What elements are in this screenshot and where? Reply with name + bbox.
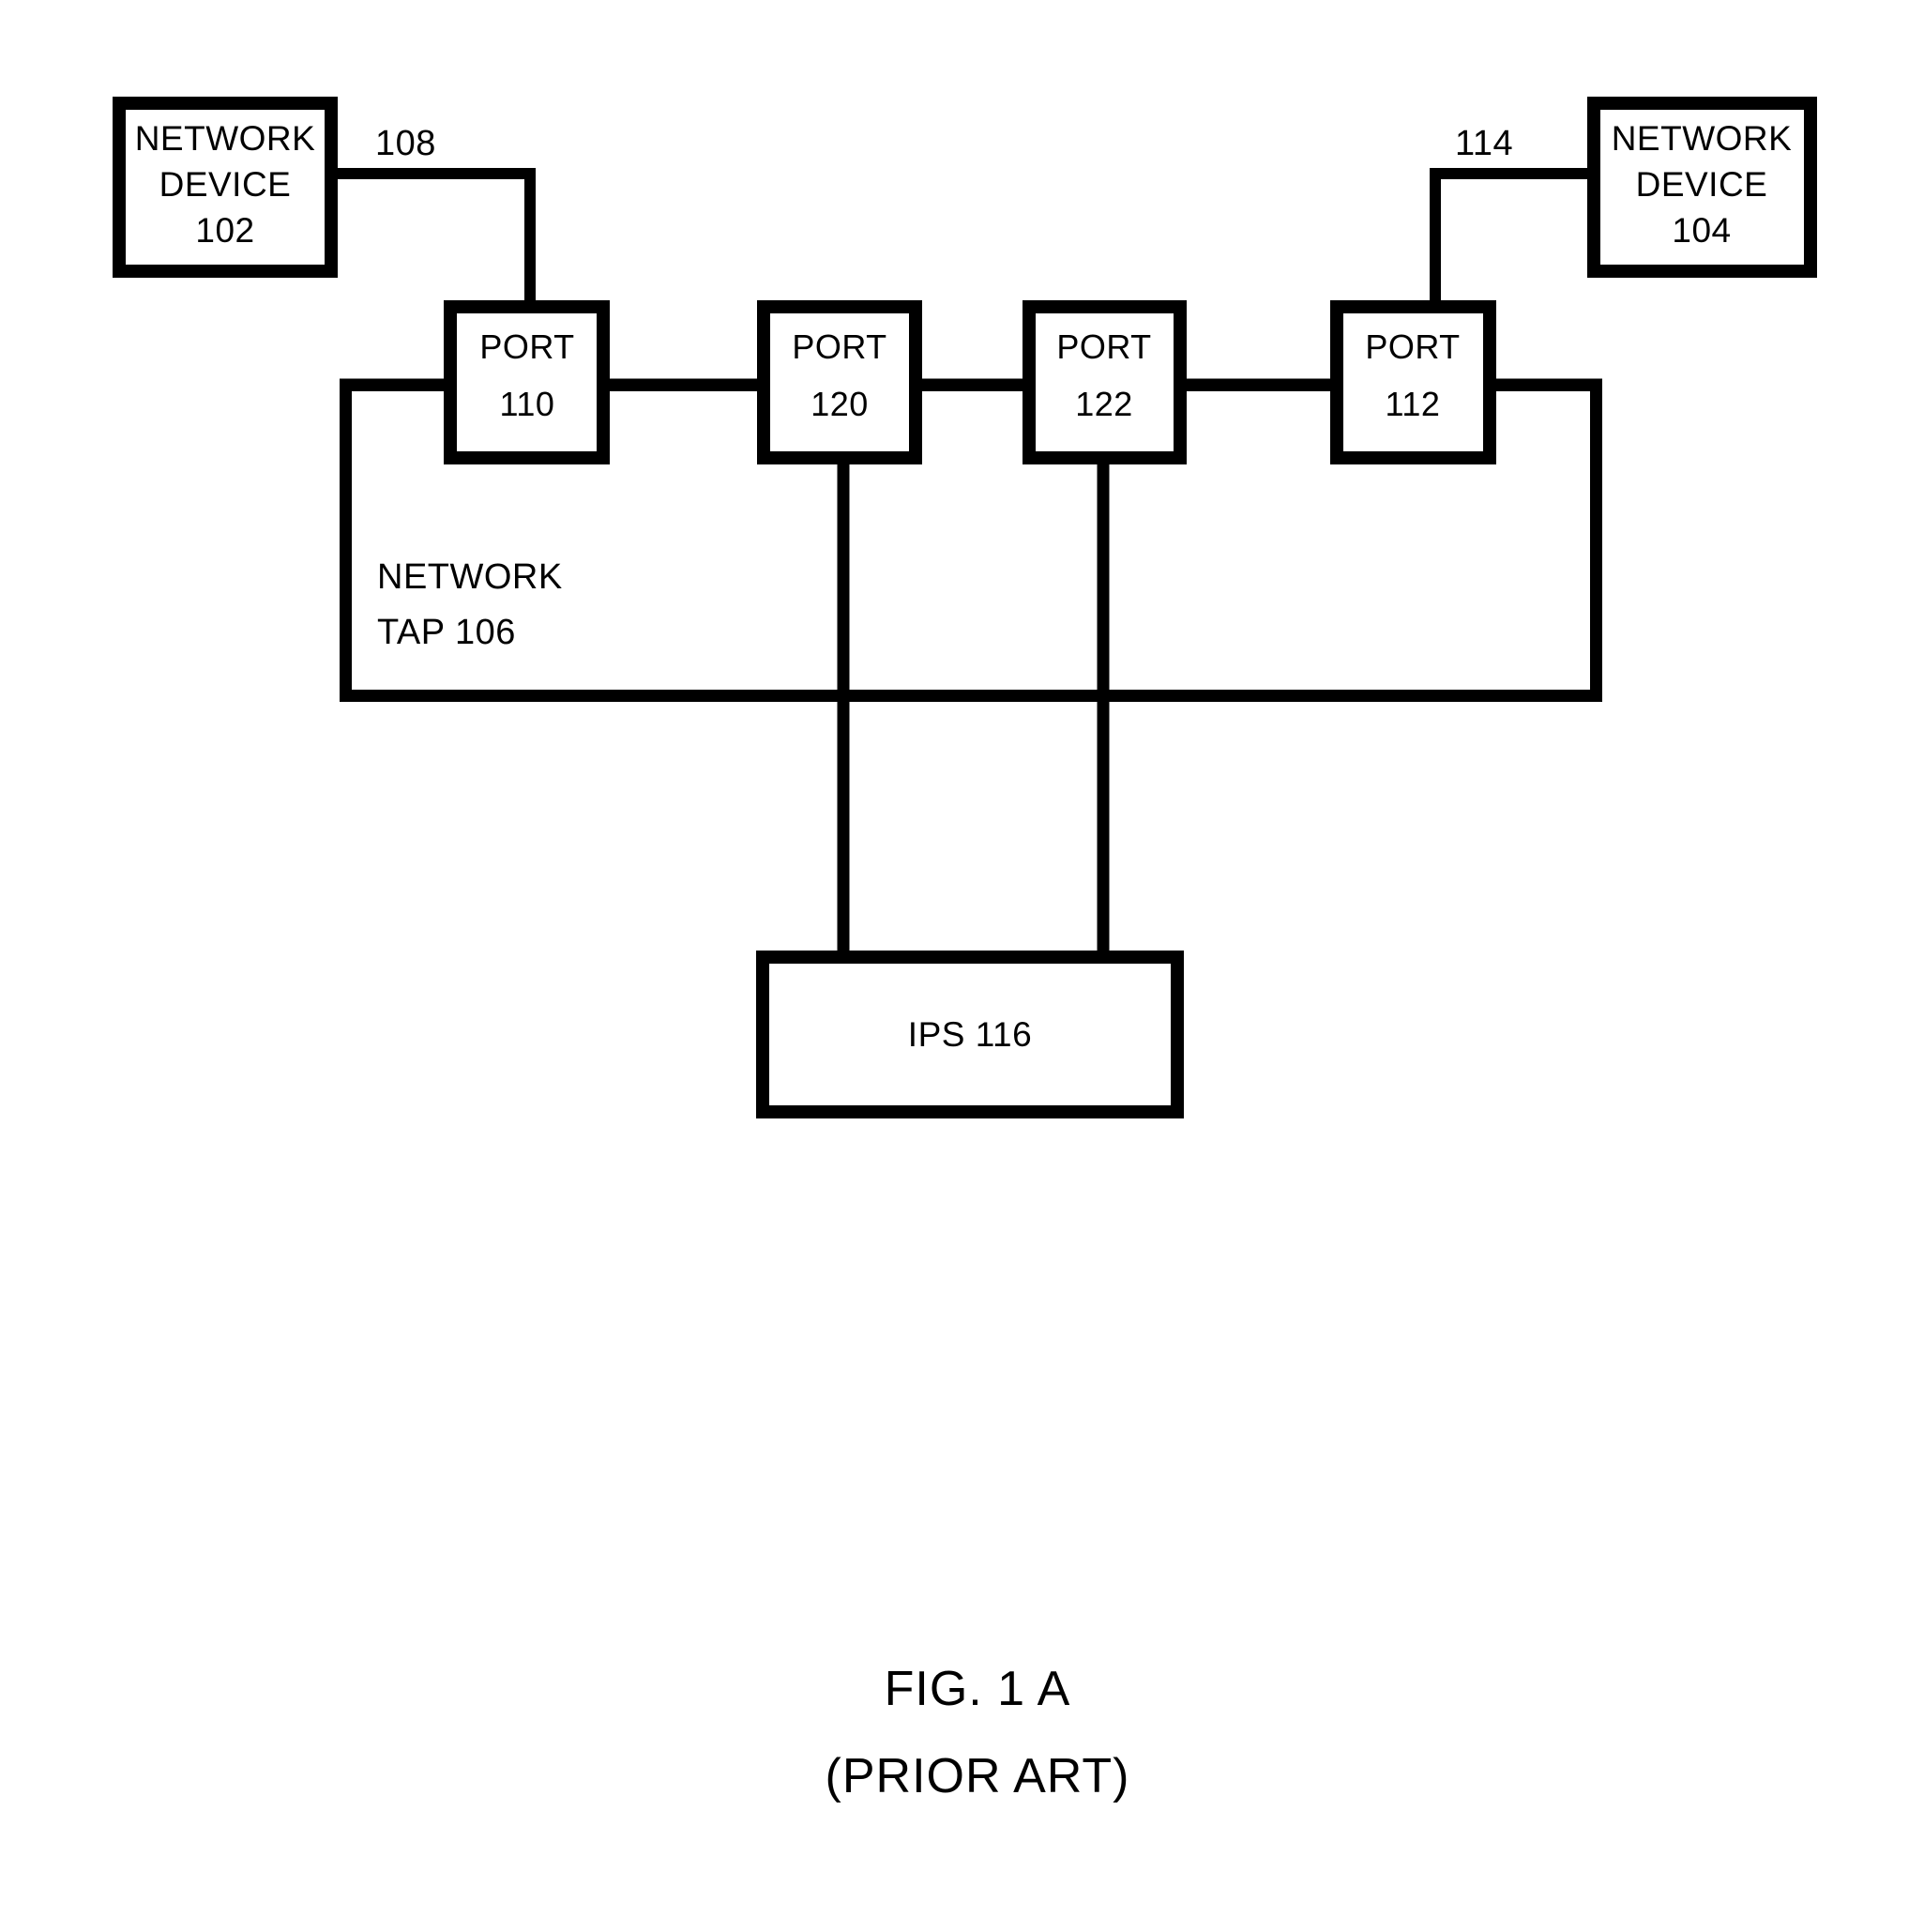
port-110-label: PORT [479,327,574,366]
port-122-number: 122 [1075,385,1133,423]
connector-108 [332,168,536,306]
network-device-104-line2: DEVICE [1636,165,1768,204]
port-110-box: PORT 110 [444,300,610,464]
port-120-box: PORT 120 [757,300,922,464]
port-112-box: PORT 112 [1330,300,1496,464]
connector-114 [1430,168,1593,306]
network-tap-label-line2: TAP 106 [377,613,516,652]
figure-caption-subtitle: (PRIOR ART) [826,1749,1130,1803]
network-device-104-box: NETWORK DEVICE 104 [1587,97,1817,278]
diagram-canvas: NETWORK DEVICE 102 NETWORK DEVICE 104 PO… [113,97,1817,1803]
port-112-number: 112 [1386,385,1441,423]
network-device-102-line2: DEVICE [159,165,292,204]
ips-116-box: IPS 116 [756,951,1184,1118]
reference-numeral-114: 114 [1455,124,1513,163]
reference-numeral-108: 108 [375,124,436,163]
network-device-102-line1: NETWORK [135,119,316,158]
port-122-label: PORT [1056,327,1151,366]
network-device-102-box: NETWORK DEVICE 102 [113,97,338,278]
network-device-102-number: 102 [195,211,254,250]
port-120-label: PORT [792,327,886,366]
port-110-number: 110 [500,385,555,423]
port-122-box: PORT 122 [1023,300,1187,464]
port-112-label: PORT [1365,327,1460,366]
network-device-104-line1: NETWORK [1612,119,1793,158]
patent-figure-1a: NETWORK DEVICE 102 NETWORK DEVICE 104 PO… [0,0,1924,1932]
network-tap-label-line1: NETWORK [377,557,563,597]
ips-116-label: IPS 116 [908,1015,1032,1054]
network-device-104-number: 104 [1672,211,1731,250]
figure-caption-title: FIG. 1 A [885,1662,1071,1716]
port-120-number: 120 [811,385,869,423]
